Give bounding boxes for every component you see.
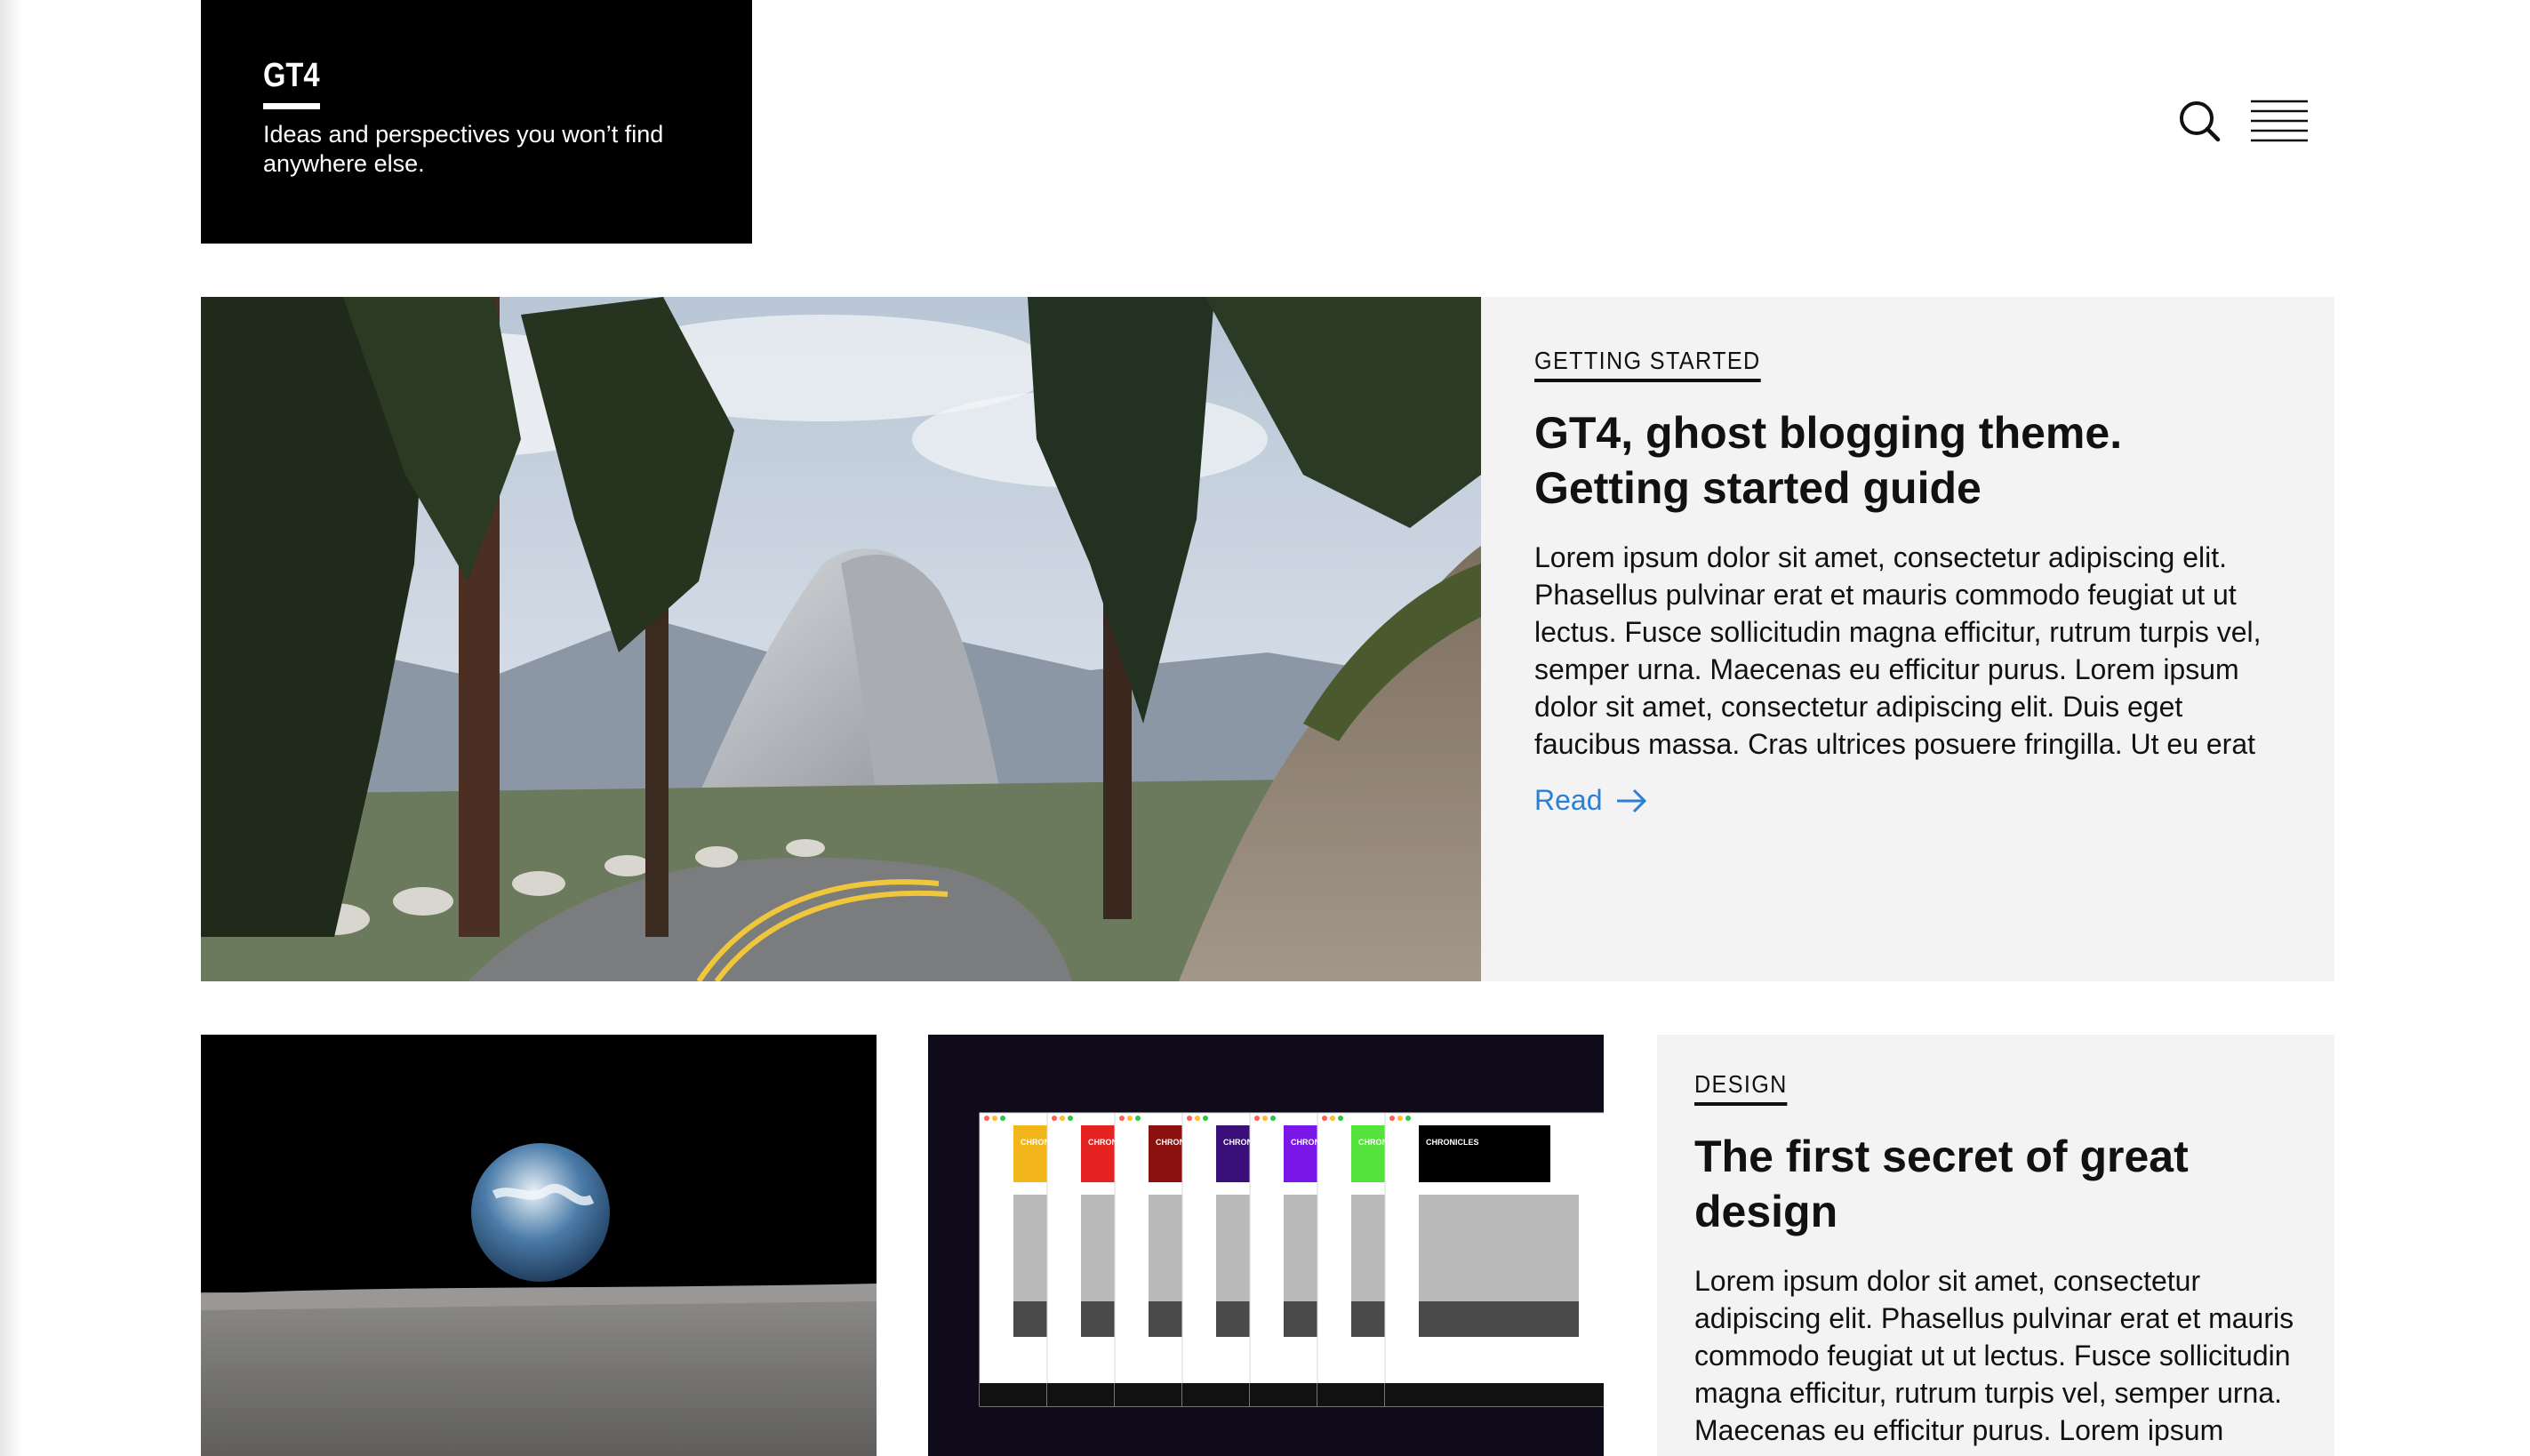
featured-post-excerpt: Lorem ipsum dolor sit amet, consectetur … (1534, 541, 2262, 760)
site-logo: GT4 (263, 57, 320, 94)
post-title[interactable]: The first secret of great design (1694, 1129, 2308, 1239)
hamburger-menu-icon (2251, 100, 2308, 142)
category-tag[interactable]: Design (1694, 1070, 1788, 1106)
post-excerpt: Lorem ipsum dolor sit amet, consectetur … (1694, 1265, 2294, 1446)
featured-post-image[interactable] (201, 297, 1481, 981)
category-tag[interactable]: Getting Started (1534, 347, 1761, 382)
menu-button[interactable] (2251, 100, 2308, 142)
post-card-design[interactable]: Design The first secret of great design … (1657, 1035, 2334, 1456)
site-tagline: Ideas and perspectives you won’t find an… (263, 121, 664, 177)
theme-preview-mockup: CHRONICLES (1384, 1112, 1604, 1407)
featured-post-body: Getting Started GT4, ghost blogging them… (1534, 347, 2272, 817)
header-actions (2178, 100, 2308, 142)
site-brand[interactable]: GT4 Ideas and perspectives you won’t fin… (201, 0, 752, 244)
logo-underline (263, 103, 320, 109)
read-more-label: Read (1534, 784, 1603, 816)
search-button[interactable] (2178, 100, 2221, 142)
arrow-right-icon (1616, 788, 1646, 812)
featured-post-card[interactable]: Getting Started GT4, ghost blogging them… (201, 297, 2334, 981)
featured-post-title[interactable]: GT4, ghost blogging theme. Getting start… (1534, 405, 2272, 516)
read-more-link[interactable]: Read (1534, 784, 1647, 817)
search-icon (2180, 101, 2221, 142)
scroll-shadow (0, 0, 23, 1456)
post-card-image-earthrise[interactable] (201, 1035, 877, 1456)
page: GT4 Ideas and perspectives you won’t fin… (0, 0, 2530, 1456)
post-card-image-theme-previews[interactable]: CHRONICLESCHRONICLESCHRONICLESCHRONICLES… (928, 1035, 1604, 1456)
design-post-body: Design The first secret of great design … (1694, 1070, 2308, 1449)
theme-preview-label: CHRONICLES (1426, 1138, 1479, 1147)
